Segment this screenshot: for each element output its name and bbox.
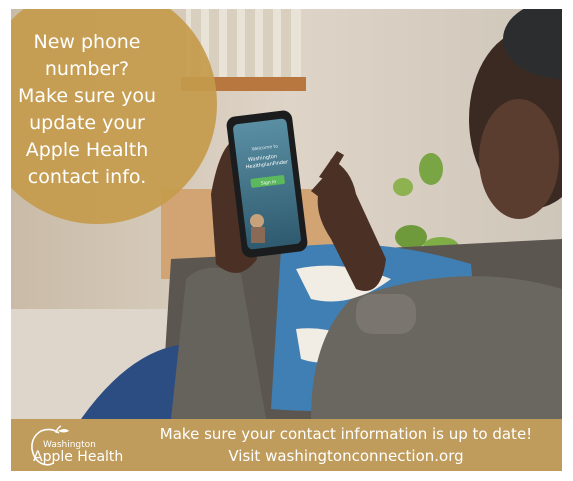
logo-apple-health-text: Apple Health [33, 449, 124, 465]
headline-line-2: number? [44, 58, 130, 80]
headline-line-4: update your [29, 112, 145, 134]
footer-band: Washington Apple Health Make sure your c… [11, 419, 562, 471]
apple-health-logo: Washington Apple Health [29, 425, 129, 467]
headline-line-1: New phone [33, 31, 141, 53]
ad-banner: Welcome to Washington HealthplanFinder S… [11, 9, 562, 471]
headline-line-6: contact info. [27, 166, 147, 188]
headline-line-5: Apple Health [25, 139, 149, 161]
footer-visit-text: Visit washingtonconnection.org [228, 447, 464, 465]
footer-message: Make sure your contact information is up… [159, 425, 533, 443]
headline-line-3: Make sure you [17, 85, 157, 107]
